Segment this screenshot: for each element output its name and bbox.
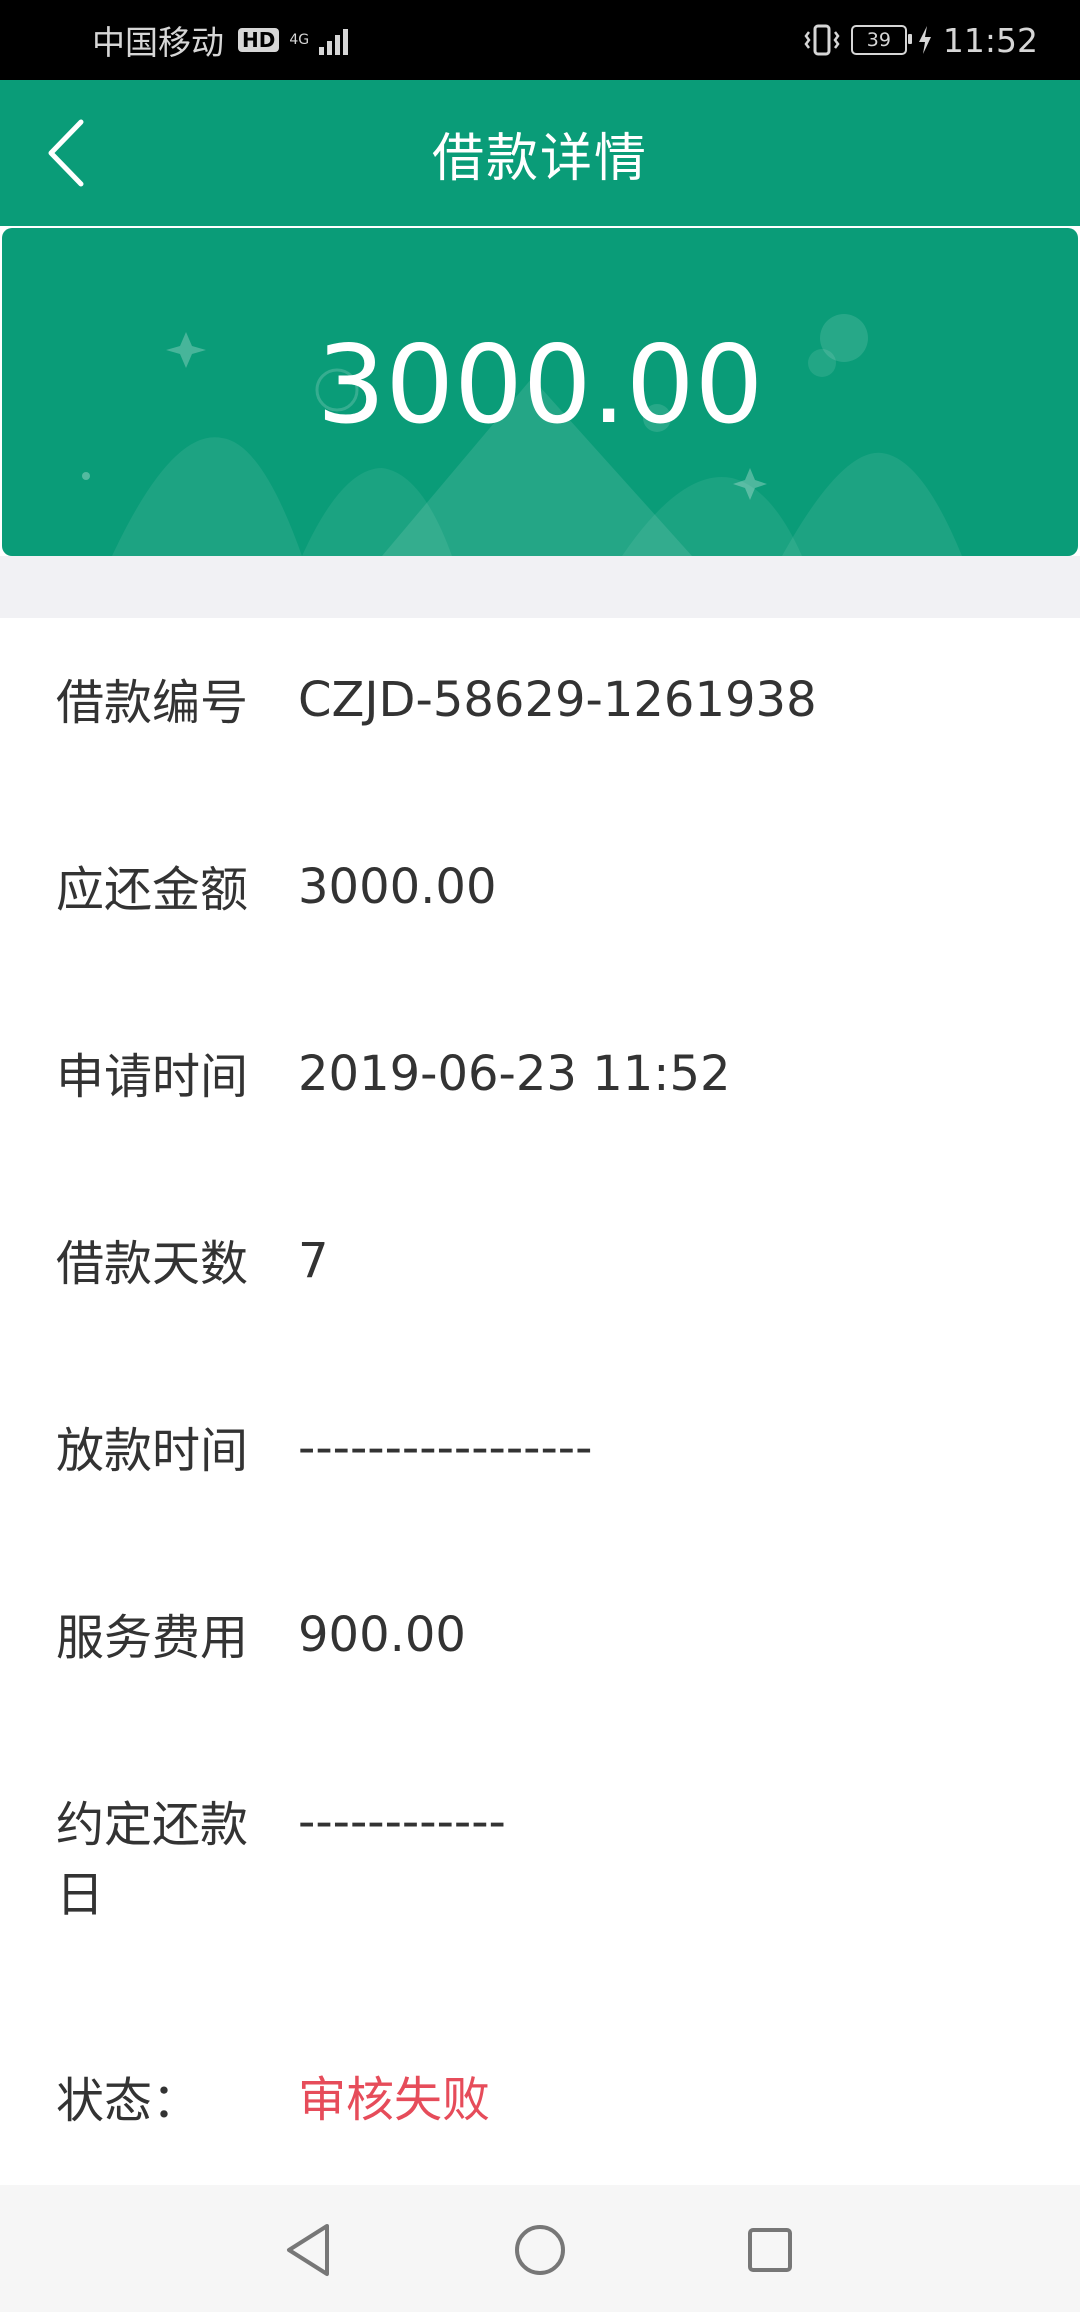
system-nav-bar <box>0 2185 1080 2312</box>
detail-label: 服务费用 <box>56 1610 249 1666</box>
network-label: 4G <box>289 32 310 48</box>
section-divider <box>0 556 1080 618</box>
detail-label: 放款时间 <box>56 1423 249 1479</box>
square-recent-icon <box>748 2228 792 2272</box>
battery-level: 39 <box>866 29 891 51</box>
detail-label: 申请时间 <box>56 1049 249 1105</box>
detail-value: ------------ <box>298 1794 506 1850</box>
network-type: 4G <box>289 33 309 47</box>
status-badge: 审核失败 <box>298 2072 491 2128</box>
nav-back-button[interactable] <box>273 2215 343 2285</box>
detail-label: 借款编号 <box>56 675 249 731</box>
loan-amount: 3000.00 <box>316 322 764 448</box>
status-bar: 中国移动 HD 4G 39 11:52 <box>0 0 1080 80</box>
detail-value: ----------------- <box>298 1420 593 1476</box>
status-right: 39 11:52 <box>803 0 1038 80</box>
clock: 11:52 <box>942 20 1038 60</box>
detail-label: 借款天数 <box>56 1236 249 1292</box>
signal-icon <box>319 25 349 55</box>
amount-banner: 3000.00 <box>2 228 1078 556</box>
detail-value: 7 <box>298 1233 329 1289</box>
detail-value: 3000.00 <box>298 859 497 915</box>
detail-label: 应还金额 <box>56 862 249 918</box>
nav-home-button[interactable] <box>505 2215 575 2285</box>
app-header: 借款详情 <box>0 80 1080 226</box>
hd-badge: HD <box>238 28 280 52</box>
status-left: 中国移动 HD 4G <box>92 0 349 80</box>
nav-recent-button[interactable] <box>735 2215 805 2285</box>
detail-value: 2019-06-23 11:52 <box>298 1046 731 1102</box>
detail-value: CZJD-58629-1261938 <box>298 672 817 728</box>
carrier-name: 中国移动 <box>92 23 224 62</box>
battery-icon: 39 <box>850 25 912 55</box>
circle-home-icon <box>515 2225 565 2275</box>
detail-label: 约定还款日 <box>56 1797 249 1923</box>
page-title: 借款详情 <box>431 128 648 189</box>
charging-icon <box>918 26 931 54</box>
vibrate-icon <box>804 24 840 56</box>
detail-label: 状态： <box>56 2073 201 2129</box>
triangle-back-icon <box>287 2224 329 2276</box>
detail-value: 900.00 <box>298 1607 466 1663</box>
screen: 中国移动 HD 4G 39 11:52 借款详情 3000.00 借款编号 CZ… <box>0 0 1080 2312</box>
